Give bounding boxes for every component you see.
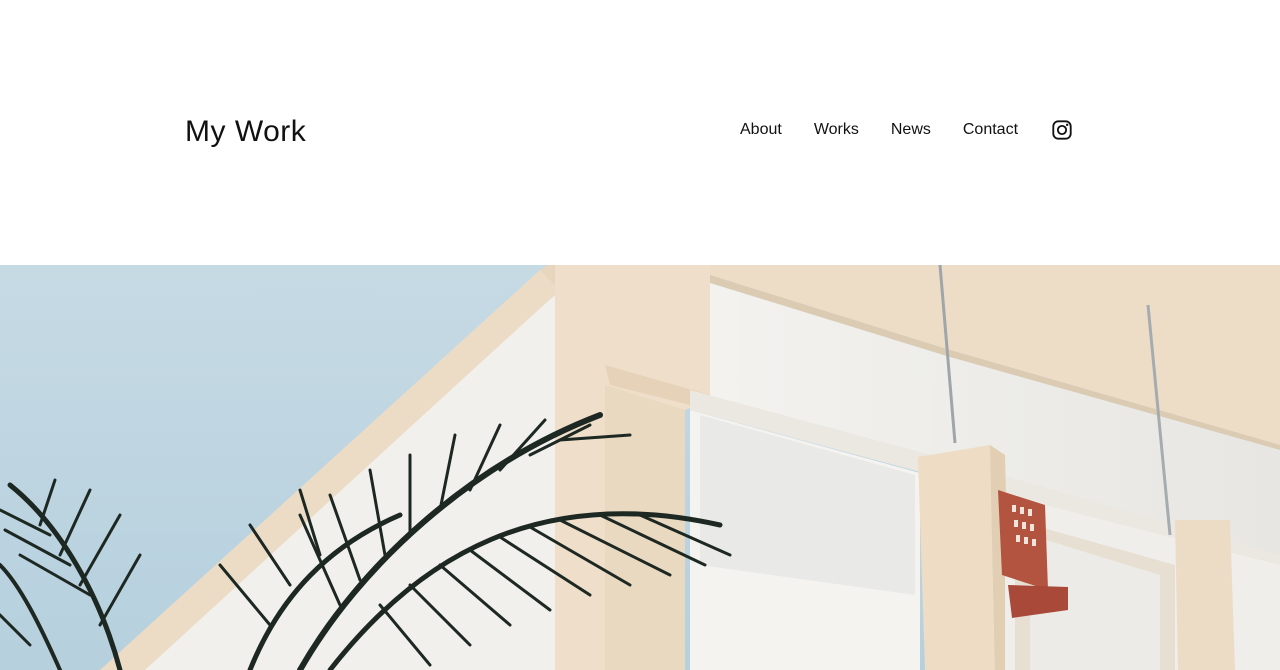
- site-title[interactable]: My Work: [185, 113, 306, 151]
- instagram-icon: [1052, 120, 1072, 140]
- nav-contact[interactable]: Contact: [963, 118, 1018, 142]
- nav-news[interactable]: News: [891, 118, 931, 142]
- building-with-palm-photo: [0, 265, 1280, 670]
- hero-image: [0, 265, 1280, 670]
- page: My Work About Works News Contact: [0, 0, 1280, 670]
- nav-works[interactable]: Works: [814, 118, 859, 142]
- site-header: My Work About Works News Contact: [0, 0, 1280, 265]
- instagram-link[interactable]: [1050, 118, 1074, 142]
- nav-about[interactable]: About: [740, 118, 782, 142]
- main-nav: About Works News Contact: [740, 118, 1074, 142]
